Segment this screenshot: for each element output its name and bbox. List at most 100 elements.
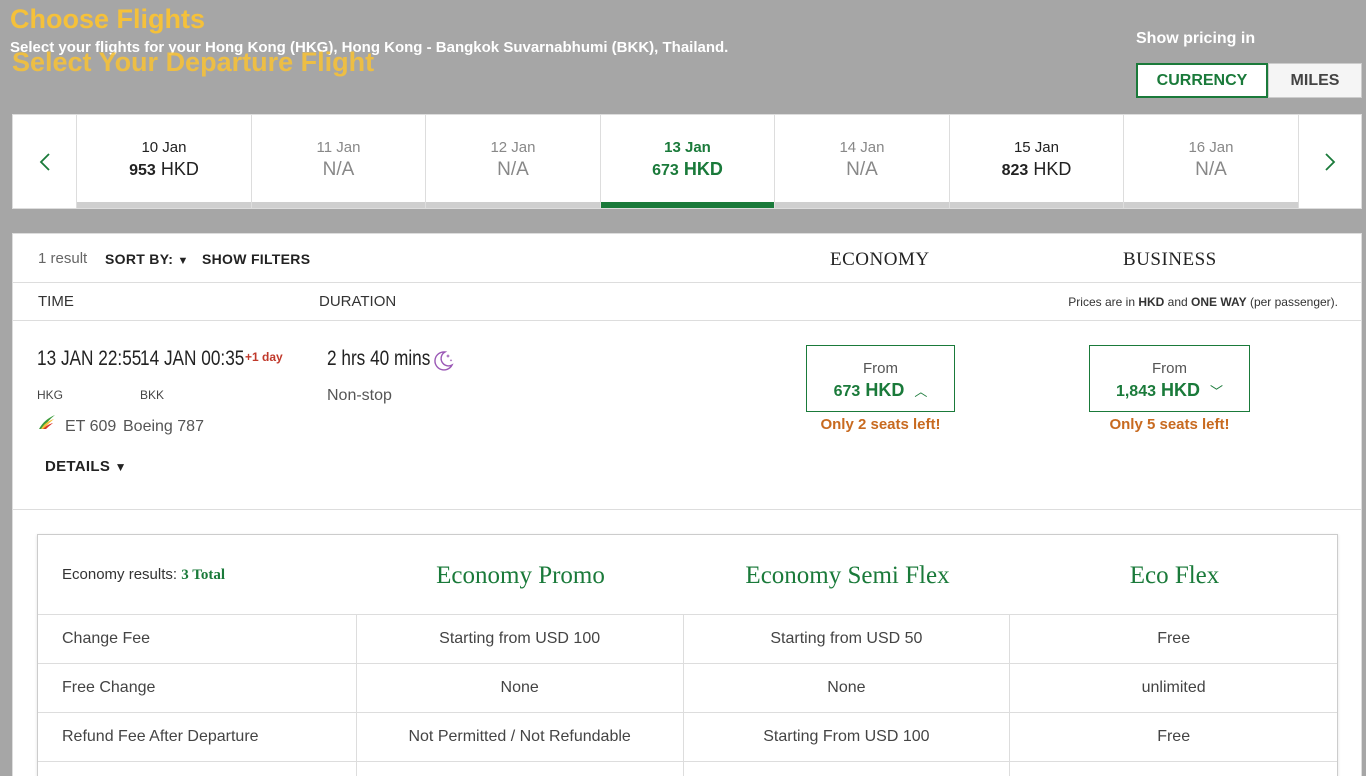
- column-headers: TIME DURATION Prices are in HKD and ONE …: [13, 283, 1361, 321]
- date-option[interactable]: 14 Jan N/A: [774, 115, 949, 208]
- results-bar: 1 result SORT BY: ▼ SHOW FILTERS ECONOMY…: [13, 234, 1361, 283]
- fare-table-rows: Change Fee Starting from USD 100 Starting …: [38, 615, 1337, 776]
- fare-table-row: Change Fee Starting from USD 100 Starting …: [38, 615, 1337, 664]
- chevron-right-icon: [1325, 152, 1336, 171]
- chevron-down-icon: ﹀: [1210, 384, 1224, 399]
- date-option[interactable]: 12 Jan N/A: [425, 115, 600, 208]
- date-label: 16 Jan: [1188, 139, 1234, 156]
- date-label: 13 Jan: [664, 139, 711, 156]
- plus-day-badge: +1 day: [245, 350, 283, 364]
- date-option[interactable]: 10 Jan 953 HKD: [76, 115, 251, 208]
- date-option[interactable]: 15 Jan 823 HKD: [948, 115, 1124, 208]
- fare-name-economy-promo: Economy Promo: [436, 562, 605, 589]
- departure-section-title: Select Your Departure Flight: [12, 47, 375, 77]
- flight-row: 13 JAN 22:55 14 JAN 00:35 +1 day HKG BKK…: [13, 321, 1361, 510]
- price-note-prefix: Prices are in: [1068, 295, 1139, 309]
- chevron-up-icon: ︿: [914, 384, 928, 399]
- departure-airport-code: HKG: [37, 388, 64, 402]
- date-price-unit: HKD: [683, 159, 723, 179]
- fare-row-value: Starting From USD 100: [684, 713, 1011, 761]
- date-label: 11 Jan: [316, 139, 361, 156]
- arrival-airport-code: BKK: [140, 388, 165, 402]
- date-price: 673 HKD: [652, 159, 723, 180]
- fare-row-value: Free: [1157, 630, 1191, 647]
- economy-fare-unit: HKD: [865, 380, 905, 400]
- economy-fare-from: From: [863, 360, 898, 377]
- fare-row-value: [1010, 762, 1337, 776]
- flight-duration: 2 hrs 40 mins: [327, 347, 431, 370]
- business-seats-left: Only 5 seats left!: [1109, 416, 1230, 433]
- arrival-time: 14 JAN 00:35: [140, 347, 245, 370]
- airline-logo-icon: [39, 415, 55, 429]
- page-title: Choose Flights: [10, 4, 205, 34]
- currency-toggle-button[interactable]: CURRENCY: [1136, 63, 1268, 98]
- date-price-amount: 953: [129, 162, 156, 179]
- date-price-amount: 823: [1001, 162, 1029, 179]
- flight-stops: Non-stop: [327, 387, 392, 404]
- fare-comparison-table: Economy results: 3 Total Economy Promo E…: [37, 534, 1338, 776]
- result-count: 1 result: [38, 250, 88, 267]
- date-option[interactable]: 16 Jan N/A: [1123, 115, 1298, 208]
- date-option[interactable]: 11 Jan N/A: [250, 115, 426, 208]
- economy-results-text: Economy results:: [62, 566, 182, 583]
- date-strip: 10 Jan 953 HKD 11 Jan N/A 12 Jan N/A 13 Jan 673…: [12, 114, 1362, 209]
- fare-row-value: Not Permitted / Not Refundable: [357, 713, 684, 761]
- economy-results-label: Economy results: 3 Total: [62, 566, 225, 584]
- fare-table-row: Free Change None None unlimited: [38, 664, 1337, 713]
- details-label: DETAILS: [45, 458, 111, 475]
- fare-name-eco-flex: Eco Flex: [1129, 562, 1220, 589]
- price-note-oneway: ONE WAY: [1191, 295, 1247, 309]
- date-price: N/A: [1195, 159, 1227, 180]
- chevron-left-icon: [39, 152, 50, 171]
- business-fare-amount: 1,843: [1115, 383, 1156, 400]
- fare-row-label: [38, 762, 357, 776]
- departure-time: 13 JAN 22:55: [37, 347, 142, 370]
- fare-name-economy-semi-flex: Economy Semi Flex: [745, 562, 950, 589]
- date-price: 823 HKD: [1002, 159, 1072, 180]
- sort-by-label: SORT BY:: [105, 251, 174, 267]
- date-price: N/A: [846, 159, 878, 180]
- fare-table-row: [38, 762, 1337, 776]
- economy-results-total: 3 Total: [181, 567, 225, 583]
- fare-row-value: None: [684, 664, 1011, 712]
- date-price-amount: 673: [652, 162, 679, 179]
- date-price: N/A: [322, 159, 355, 180]
- date-cells: 10 Jan 953 HKD 11 Jan N/A 12 Jan N/A 13 Jan 673…: [76, 115, 1298, 208]
- date-label: 12 Jan: [490, 139, 536, 156]
- price-note-and: and: [1164, 295, 1192, 309]
- economy-fare-amount: 673: [833, 383, 861, 400]
- fare-row-value: Starting from USD 100: [357, 615, 684, 663]
- aircraft-type: Boeing 787: [123, 418, 204, 435]
- date-price: N/A: [497, 159, 529, 180]
- fare-table-row: Refund Fee After Departure Not Permitted …: [38, 713, 1337, 762]
- date-price-unit: HKD: [1033, 159, 1072, 179]
- fare-table-header: Economy results: 3 Total Economy Promo E…: [38, 535, 1337, 615]
- time-column-header: TIME: [38, 293, 74, 310]
- date-label: 14 Jan: [839, 139, 885, 156]
- business-fare-unit: HKD: [1161, 380, 1201, 400]
- caret-down-icon: ▼: [114, 460, 127, 474]
- business-fare-price: 1,843 HKD ﹀: [1116, 380, 1223, 401]
- date-price-unit: HKD: [160, 159, 199, 179]
- next-dates-button[interactable]: [1297, 115, 1361, 208]
- date-label: 10 Jan: [141, 139, 187, 156]
- fare-row-value: Starting from USD 50: [684, 615, 1011, 663]
- sort-by-dropdown[interactable]: SORT BY: ▼: [105, 251, 189, 267]
- prev-dates-button[interactable]: [13, 115, 77, 208]
- details-toggle[interactable]: DETAILS ▼: [45, 458, 127, 475]
- fare-row-value: None: [357, 664, 684, 712]
- pricing-toggle: CURRENCY MILES: [1136, 63, 1362, 98]
- economy-seats-left: Only 2 seats left!: [820, 416, 941, 433]
- date-option[interactable]: 13 Jan 673 HKD: [599, 115, 775, 208]
- date-price: 953 HKD: [129, 159, 199, 180]
- fare-row-value: Free: [1157, 728, 1191, 745]
- business-fare-button[interactable]: From 1,843 HKD ﹀: [1089, 345, 1250, 412]
- fare-row-value: unlimited: [1141, 679, 1206, 696]
- price-note-suffix: (per passenger).: [1246, 295, 1338, 309]
- miles-toggle-button[interactable]: MILES: [1268, 63, 1362, 98]
- show-filters-button[interactable]: SHOW FILTERS: [202, 251, 310, 267]
- business-cabin-header: BUSINESS: [1123, 249, 1217, 270]
- economy-fare-button[interactable]: From 673 HKD ︿: [806, 345, 955, 412]
- price-note-currency: HKD: [1138, 295, 1165, 309]
- caret-down-icon: ▼: [177, 255, 189, 267]
